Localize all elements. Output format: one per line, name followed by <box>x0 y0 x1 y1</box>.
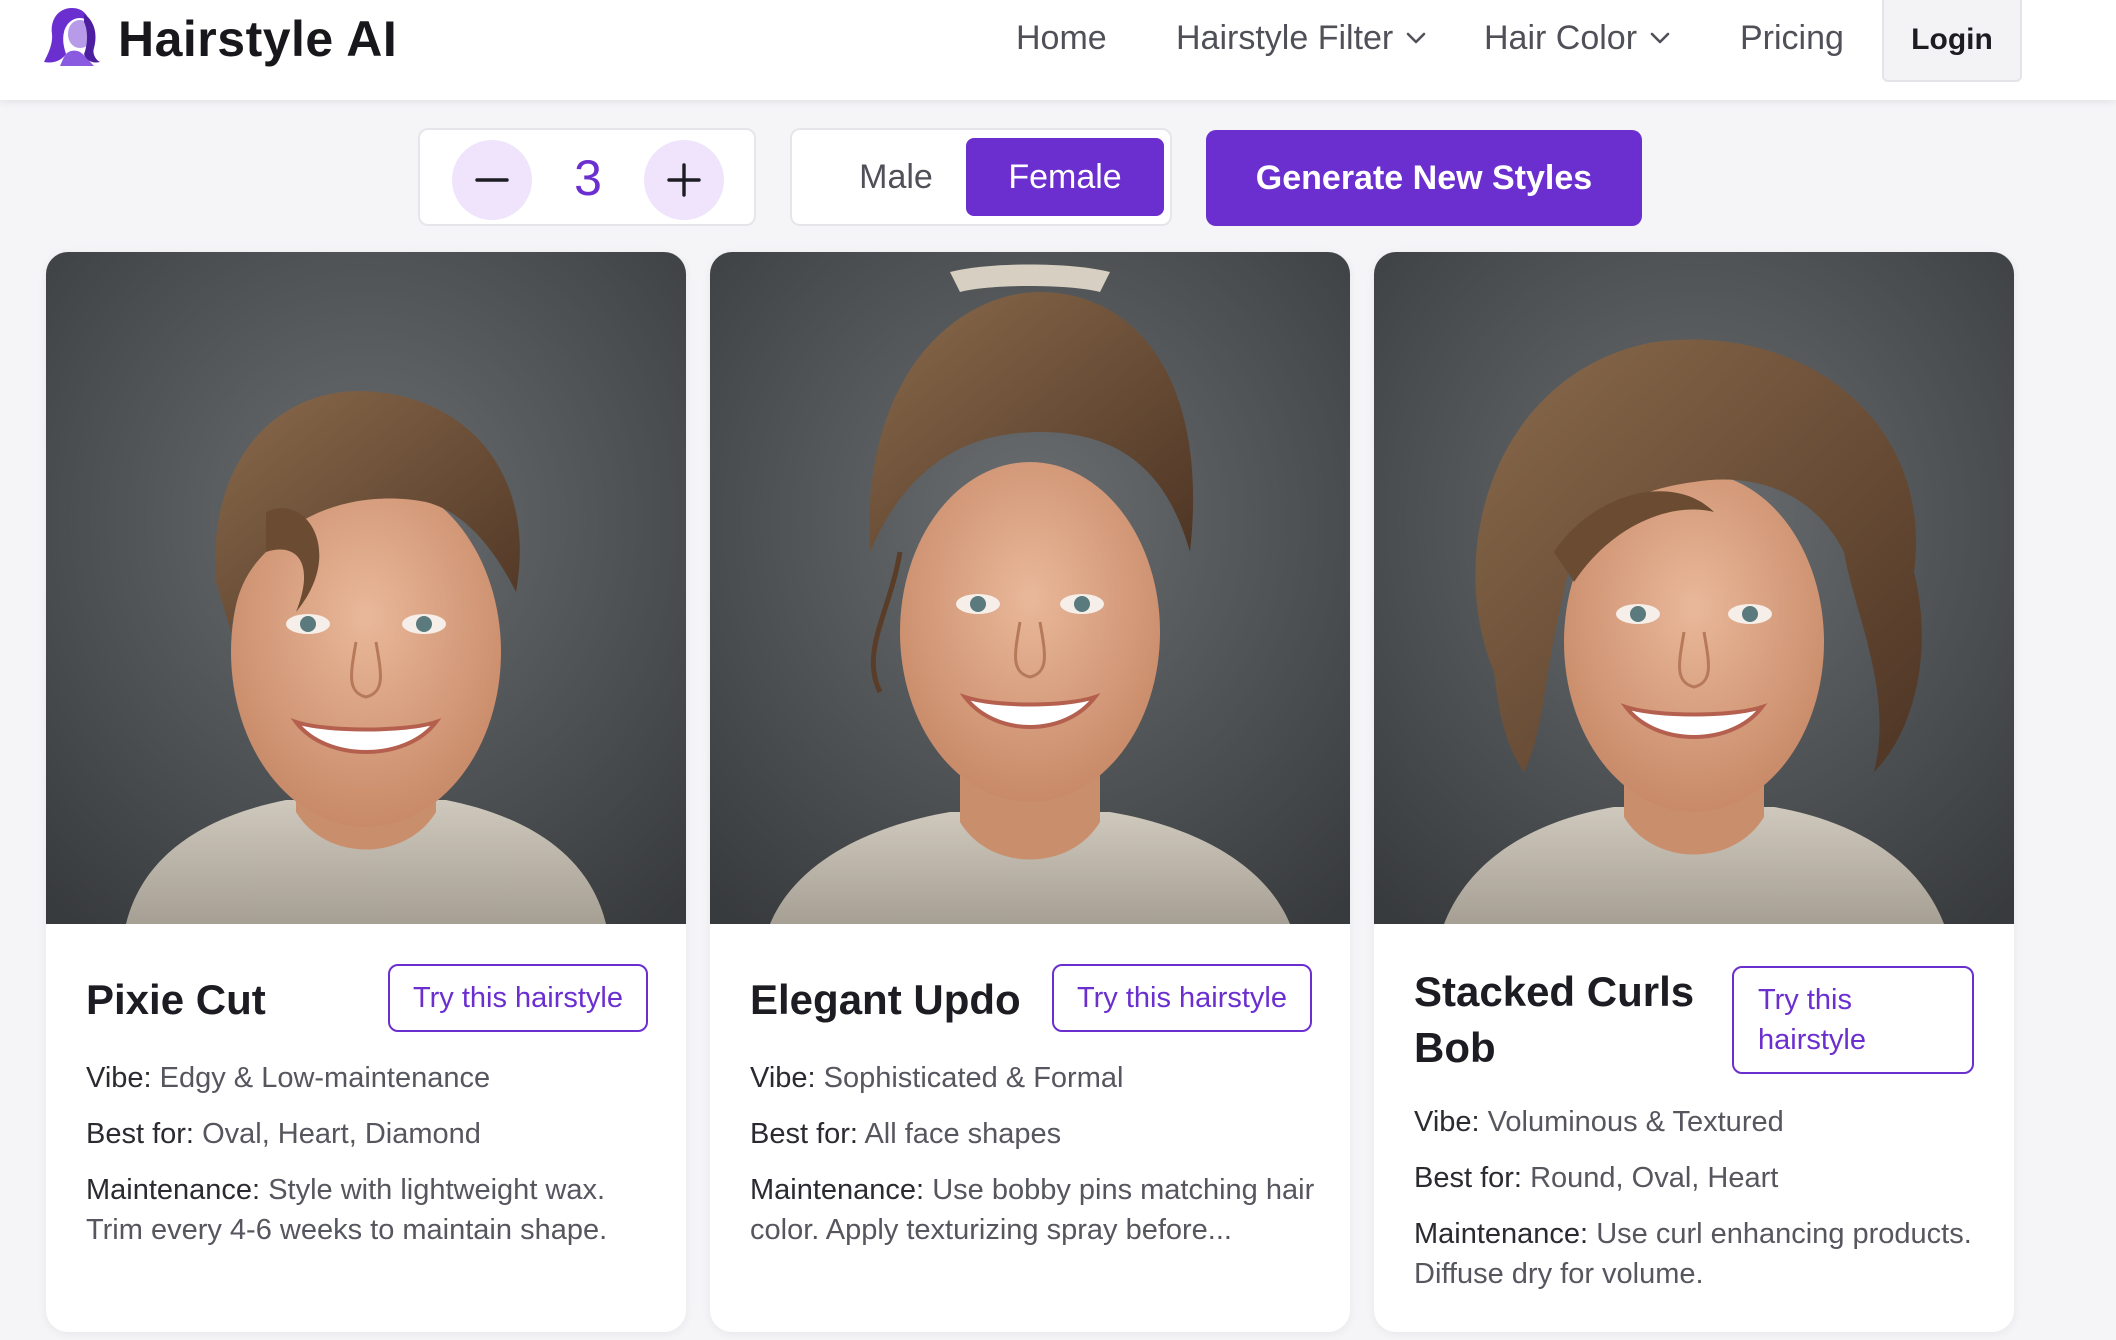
generate-new-styles-button[interactable]: Generate New Styles <box>1206 130 1642 226</box>
try-hairstyle-button[interactable]: Try this hairstyle <box>388 964 648 1032</box>
hairstyle-card: Pixie Cut Try this hairstyle Vibe: Edgy … <box>46 252 686 1332</box>
best-for-label: Best for: <box>750 1118 858 1150</box>
nav-hairstyle-filter-dropdown[interactable]: Hairstyle Filter <box>1176 16 1427 60</box>
hairstyle-vibe: Vibe: Edgy & Low-maintenance <box>86 1058 656 1098</box>
decrement-button[interactable] <box>452 140 532 220</box>
hairstyle-vibe: Vibe: Sophisticated & Formal <box>750 1058 1320 1098</box>
hairstyle-best-for: Best for: Round, Oval, Heart <box>1414 1158 1984 1198</box>
app-name[interactable]: Hairstyle AI <box>118 10 397 68</box>
hairstyle-maintenance: Maintenance: Style with lightweight wax.… <box>86 1170 656 1250</box>
top-navbar: Hairstyle AI Home Hairstyle Filter Hair … <box>0 0 2116 100</box>
maintenance-label: Maintenance: <box>1414 1218 1589 1250</box>
vibe-value: Voluminous & Textured <box>1487 1106 1784 1138</box>
gender-option-male[interactable]: Male <box>808 138 984 216</box>
hairstyle-portrait-image[interactable] <box>710 252 1350 924</box>
hairstyle-maintenance: Maintenance: Use bobby pins matching hai… <box>750 1170 1320 1250</box>
hairstyle-card: Stacked Curls Bob Try this hairstyle Vib… <box>1374 252 2014 1332</box>
vibe-label: Vibe: <box>1414 1106 1480 1138</box>
maintenance-label: Maintenance: <box>750 1174 925 1206</box>
hairstyle-best-for: Best for: All face shapes <box>750 1114 1320 1154</box>
plus-icon <box>667 163 701 197</box>
hairstyle-portrait-image[interactable] <box>1374 252 2014 924</box>
nav-hairstyle-filter-label: Hairstyle Filter <box>1176 18 1394 57</box>
vibe-label: Vibe: <box>86 1062 152 1094</box>
nav-home-link[interactable]: Home <box>1016 16 1107 60</box>
hairstyle-vibe: Vibe: Voluminous & Textured <box>1414 1102 1984 1142</box>
hairstyle-title: Stacked Curls Bob <box>1414 968 1695 1071</box>
best-for-label: Best for: <box>86 1118 194 1150</box>
nav-pricing-link[interactable]: Pricing <box>1740 16 1844 60</box>
hairstyle-card: Elegant Updo Try this hairstyle Vibe: So… <box>710 252 1350 1332</box>
style-count-value: 3 <box>574 150 602 206</box>
hairstyle-portrait-image[interactable] <box>46 252 686 924</box>
gender-toggle: Male Female <box>790 128 1172 226</box>
minus-icon <box>475 178 509 182</box>
try-hairstyle-button[interactable]: Try this hairstyle <box>1732 966 1974 1074</box>
hairstyle-best-for: Best for: Oval, Heart, Diamond <box>86 1114 656 1154</box>
best-for-value: Oval, Heart, Diamond <box>202 1118 481 1150</box>
maintenance-label: Maintenance: <box>86 1174 261 1206</box>
nav-hair-color-label: Hair Color <box>1484 18 1638 57</box>
try-hairstyle-label: Try this hairstyle <box>1758 984 1866 1056</box>
nav-home-label: Home <box>1016 18 1107 57</box>
best-for-value: Round, Oval, Heart <box>1530 1162 1779 1194</box>
hairstyle-maintenance: Maintenance: Use curl enhancing products… <box>1414 1214 1984 1294</box>
hairstyle-title: Elegant Updo <box>750 976 1021 1023</box>
nav-hair-color-dropdown[interactable]: Hair Color <box>1484 16 1671 60</box>
chevron-down-icon <box>1650 32 1670 44</box>
gender-option-female[interactable]: Female <box>966 138 1164 216</box>
vibe-label: Vibe: <box>750 1062 816 1094</box>
vibe-value: Sophisticated & Formal <box>823 1062 1124 1094</box>
nav-pricing-label: Pricing <box>1740 18 1844 57</box>
style-count-stepper: 3 <box>418 128 756 226</box>
vibe-value: Edgy & Low-maintenance <box>159 1062 491 1094</box>
try-hairstyle-button[interactable]: Try this hairstyle <box>1052 964 1312 1032</box>
hairstyle-title: Pixie Cut <box>86 976 266 1023</box>
best-for-value: All face shapes <box>864 1118 1062 1150</box>
chevron-down-icon <box>1406 32 1426 44</box>
best-for-label: Best for: <box>1414 1162 1522 1194</box>
woman-silhouette-icon[interactable] <box>40 4 100 68</box>
increment-button[interactable] <box>644 140 724 220</box>
login-button[interactable]: Login <box>1882 0 2022 82</box>
